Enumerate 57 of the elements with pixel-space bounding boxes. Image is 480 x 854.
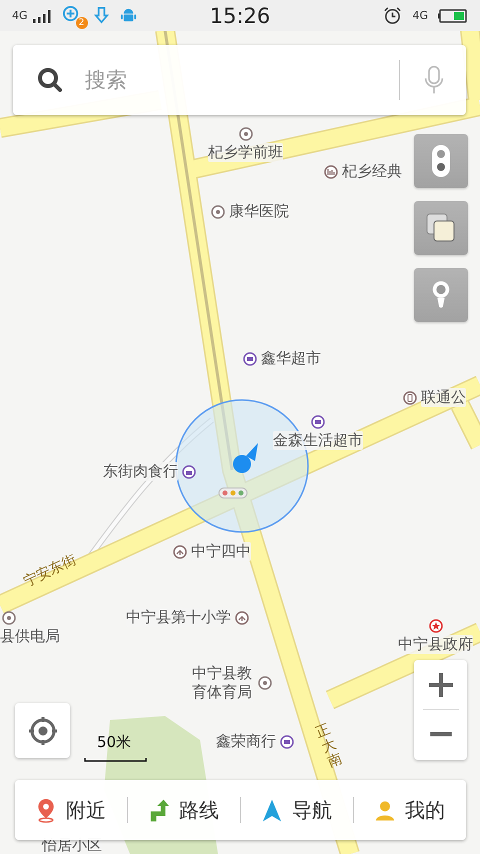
alarm-clock-icon — [383, 6, 402, 25]
navigation-arrow-icon — [262, 798, 282, 822]
network-type: 4G — [12, 9, 28, 22]
poi-label[interactable]: 康华医院 — [229, 202, 289, 221]
poi-label[interactable]: 鑫华超市 — [261, 349, 321, 368]
poi-marker-icon — [324, 164, 338, 178]
poi-label[interactable]: 杞乡学前班 — [208, 143, 283, 162]
poi-marker-icon — [403, 390, 417, 404]
scale-bar-icon — [84, 758, 147, 762]
search-input[interactable]: 搜索 — [83, 67, 399, 93]
download-icon — [92, 6, 111, 25]
poi-label[interactable]: 中宁县教育体育局 — [192, 664, 254, 702]
poi-marker-icon — [182, 464, 196, 478]
locate-button[interactable] — [15, 703, 70, 758]
poi-marker-icon — [258, 676, 272, 690]
poi-marker-icon — [280, 734, 294, 748]
crosshair-icon — [28, 716, 58, 746]
poi-marker-icon — [238, 127, 252, 141]
poi-marker-icon — [235, 610, 249, 624]
minus-icon — [428, 732, 454, 737]
poi-marker-icon — [211, 204, 225, 218]
poi-label[interactable]: 中宁县政府 — [398, 635, 473, 654]
poi-label[interactable]: 县供电局 — [0, 627, 60, 646]
plus-icon — [428, 672, 454, 698]
bottom-tab[interactable]: 路线 — [128, 780, 240, 840]
poi-marker-icon — [428, 619, 442, 633]
search-bar[interactable]: 搜索 — [13, 45, 466, 115]
road-label: 宁安东街 — [20, 551, 80, 591]
plus-circle-icon — [62, 4, 81, 24]
poi-label[interactable]: 金森生活超市 — [273, 431, 363, 450]
poi-marker-icon — [311, 415, 325, 429]
poi-label[interactable]: 鑫荣商行 — [216, 732, 276, 751]
layers-button[interactable] — [414, 201, 468, 255]
poi-marker-icon — [173, 544, 187, 558]
poi-label[interactable]: 中宁四中 — [191, 542, 251, 561]
poi-label[interactable]: 杞乡经典 — [342, 162, 402, 181]
clock-time: 15:26 — [210, 4, 270, 28]
layers-icon — [426, 213, 456, 243]
pin-button[interactable] — [414, 268, 468, 322]
traffic-button[interactable] — [414, 134, 468, 188]
search-icon — [37, 67, 63, 93]
location-arrow-icon — [233, 443, 258, 473]
poi-label[interactable]: 中宁县第十小学 — [126, 608, 231, 627]
traffic-light-icon — [218, 488, 248, 498]
data-network-type: 4G — [412, 9, 428, 22]
bottom-tab[interactable]: 我的 — [354, 780, 466, 840]
battery-icon — [438, 8, 468, 22]
notification-badge: 2 — [76, 16, 88, 28]
poi-label[interactable]: 东街肉食行 — [103, 462, 178, 481]
traffic-light-icon — [430, 144, 452, 178]
poi-marker-icon — [243, 352, 257, 366]
turn-arrow-icon — [149, 798, 169, 822]
bottom-tab[interactable]: 导航 — [241, 780, 353, 840]
road-label: 正大南 — [313, 721, 345, 772]
poi-label[interactable]: 联通公 — [421, 388, 466, 407]
scale-label: 50米 — [97, 733, 132, 752]
location-pin-icon — [36, 798, 56, 822]
